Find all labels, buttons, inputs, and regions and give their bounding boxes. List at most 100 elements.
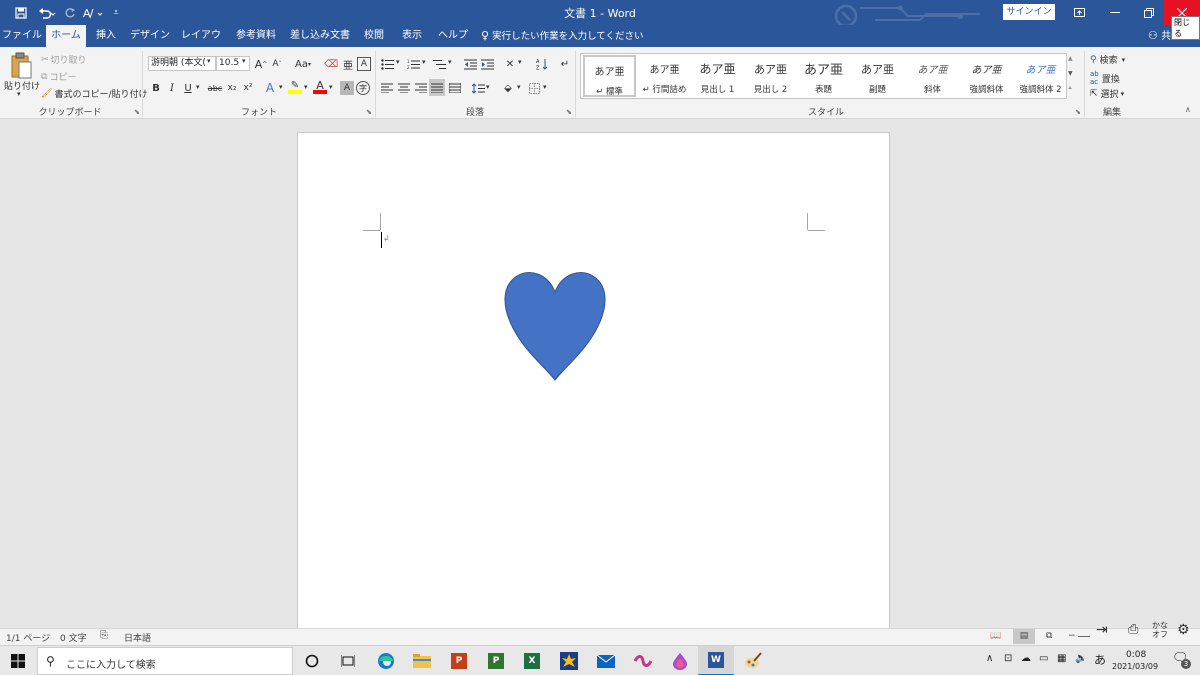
onedrive-icon[interactable]: ☁ xyxy=(1021,653,1031,664)
style-emphasis[interactable]: あア亜 強調斜体 xyxy=(960,55,1013,97)
language-indicator[interactable]: 日本語 xyxy=(124,631,151,644)
character-shading-icon[interactable]: A xyxy=(340,81,354,95)
shrink-font-icon[interactable]: Aˇ xyxy=(270,57,284,71)
borders-icon[interactable] xyxy=(527,81,541,95)
network-icon[interactable]: ▦ xyxy=(1057,653,1066,664)
shading-icon[interactable]: ⬙ xyxy=(501,81,515,95)
highlight-dropdown-icon[interactable]: ▾ xyxy=(304,83,308,91)
cut-button[interactable]: ✂ 切り取り xyxy=(41,53,87,67)
ruby-icon[interactable]: 亜 xyxy=(341,57,355,72)
copy-button[interactable]: ⧉ コピー xyxy=(41,70,76,84)
battery-icon[interactable]: ▭ xyxy=(1039,653,1048,664)
document-page[interactable]: ↲ xyxy=(297,132,890,632)
font-color-dropdown-icon[interactable]: ▾ xyxy=(329,83,333,91)
style-intense-emphasis[interactable]: あア亜 強調斜体 2 xyxy=(1014,55,1067,97)
style-no-spacing[interactable]: あア亜 ↵ 行間詰め xyxy=(638,55,691,97)
tab-mailings[interactable]: 差し込み文書 xyxy=(287,25,353,47)
character-border-icon[interactable]: A xyxy=(357,57,371,71)
increase-indent-icon[interactable] xyxy=(480,57,494,71)
tab-help[interactable]: ヘルプ xyxy=(435,25,471,47)
clipboard-icon[interactable]: ⎙ xyxy=(1128,622,1138,637)
tab-insert[interactable]: 挿入 xyxy=(90,25,122,47)
decrease-indent-icon[interactable] xyxy=(463,57,477,71)
paint-splash-icon[interactable] xyxy=(551,646,587,675)
paint3d-icon[interactable] xyxy=(662,646,698,675)
page-count[interactable]: 1/1 ページ xyxy=(6,631,50,644)
shading-dropdown-icon[interactable]: ▾ xyxy=(517,83,521,91)
align-center-icon[interactable] xyxy=(397,81,411,95)
paste-button[interactable]: 貼り付け xyxy=(4,79,40,92)
styles-scroll-down-icon[interactable]: ▼ xyxy=(1068,70,1073,77)
font-name-dropdown-icon[interactable]: ▾ xyxy=(207,57,211,65)
text-effects-dropdown-icon[interactable]: ▾ xyxy=(279,83,283,91)
ribbon-display-options-icon[interactable] xyxy=(1061,0,1097,25)
heart-shape[interactable] xyxy=(504,270,606,382)
select-button[interactable]: ⇱ 選択 ▾ xyxy=(1090,87,1124,101)
settings-gear-icon[interactable]: ⚙ xyxy=(1177,622,1190,638)
tab-file[interactable]: ファイル xyxy=(2,25,42,47)
style-subtitle[interactable]: あア亜 副題 xyxy=(851,55,904,97)
touch-keyboard-icon[interactable]: ⇥ xyxy=(1096,622,1108,638)
distributed-icon[interactable] xyxy=(448,81,462,95)
style-heading-1[interactable]: あア亜 見出し 1 xyxy=(691,55,744,97)
paste-icon[interactable] xyxy=(6,51,36,81)
project-icon[interactable]: P xyxy=(478,646,514,675)
print-layout-icon[interactable]: ▤ xyxy=(1013,629,1035,644)
task-view-icon[interactable] xyxy=(330,646,366,675)
bold-icon[interactable]: B xyxy=(149,81,163,95)
style-heading-2[interactable]: あア亜 見出し 2 xyxy=(744,55,797,97)
tab-home[interactable]: ホーム xyxy=(46,25,86,47)
paste-dropdown-icon[interactable]: ▾ xyxy=(17,90,21,98)
style-italic[interactable]: あア亜 斜体 xyxy=(906,55,959,97)
font-size-dropdown-icon[interactable]: ▾ xyxy=(242,57,246,65)
styles-scroll-up-icon[interactable]: ▲ xyxy=(1068,55,1073,62)
text-effects-icon[interactable]: A xyxy=(263,81,277,95)
clear-formatting-icon[interactable]: ⌫ xyxy=(324,57,338,71)
tab-design[interactable]: デザイン xyxy=(130,25,170,47)
minimize-icon[interactable] xyxy=(1097,0,1133,25)
align-right-icon[interactable] xyxy=(414,81,428,95)
kana-mode[interactable]: かな オフ xyxy=(1152,621,1168,639)
subscript-icon[interactable]: x₂ xyxy=(225,81,239,95)
tab-layout[interactable]: レイアウト xyxy=(177,25,225,63)
excel-icon[interactable]: X xyxy=(514,646,550,675)
web-layout-icon[interactable]: ⧉ xyxy=(1046,631,1052,641)
restore-icon[interactable] xyxy=(1131,0,1167,25)
asian-layout-dropdown-icon[interactable]: ▾ xyxy=(518,58,522,66)
numbering-icon[interactable]: 12 xyxy=(406,57,420,71)
numbering-dropdown-icon[interactable]: ▾ xyxy=(422,58,426,66)
highlight-icon[interactable]: ✎ xyxy=(288,80,302,94)
grow-font-icon[interactable]: A ^ xyxy=(254,57,268,71)
zoom-slider[interactable] xyxy=(1078,636,1090,637)
format-painter-button[interactable]: 🖌 書式のコピー/貼り付け xyxy=(41,87,147,101)
meet-now-icon[interactable]: ⊡ xyxy=(1004,653,1012,664)
borders-dropdown-icon[interactable]: ▾ xyxy=(543,83,547,91)
proofing-icon[interactable]: ⎘ xyxy=(100,630,108,641)
clipboard-launcher-icon[interactable]: ⬊ xyxy=(134,108,140,116)
strikethrough-icon[interactable]: abc xyxy=(206,81,224,95)
bullets-dropdown-icon[interactable]: ▾ xyxy=(396,58,400,66)
signin-button[interactable]: サインイン xyxy=(1003,4,1055,20)
asian-layout-icon[interactable]: ✕ xyxy=(503,57,517,71)
line-spacing-dropdown-icon[interactable]: ▾ xyxy=(486,83,490,91)
font-name-combo[interactable]: 游明朝 (本文( xyxy=(148,56,216,71)
paint-icon[interactable] xyxy=(735,646,771,675)
ime-mode[interactable]: あ xyxy=(1094,651,1106,668)
word-icon[interactable]: W xyxy=(698,646,734,675)
read-mode-icon[interactable]: 📖 xyxy=(990,631,1001,641)
justify-icon[interactable] xyxy=(429,79,445,96)
collapse-ribbon-icon[interactable]: ∧ xyxy=(1185,105,1191,114)
show-marks-icon[interactable]: ↵ xyxy=(558,57,572,71)
styles-launcher-icon[interactable]: ⬊ xyxy=(1075,108,1081,116)
replace-button[interactable]: ab ac 置換 xyxy=(1090,70,1120,86)
style-standard[interactable]: あア亜 ↵ 標準 xyxy=(583,55,636,97)
font-color-icon[interactable]: A xyxy=(313,79,327,94)
file-explorer-icon[interactable] xyxy=(404,646,440,675)
superscript-icon[interactable]: x² xyxy=(241,81,255,95)
tab-review[interactable]: 校閲 xyxy=(358,25,390,47)
volume-icon[interactable]: 🔈 xyxy=(1075,653,1087,664)
edge-icon[interactable] xyxy=(368,646,404,675)
tab-references[interactable]: 参考資料 xyxy=(230,25,282,47)
italic-icon[interactable]: I xyxy=(165,81,179,95)
mail-icon[interactable] xyxy=(588,646,624,675)
